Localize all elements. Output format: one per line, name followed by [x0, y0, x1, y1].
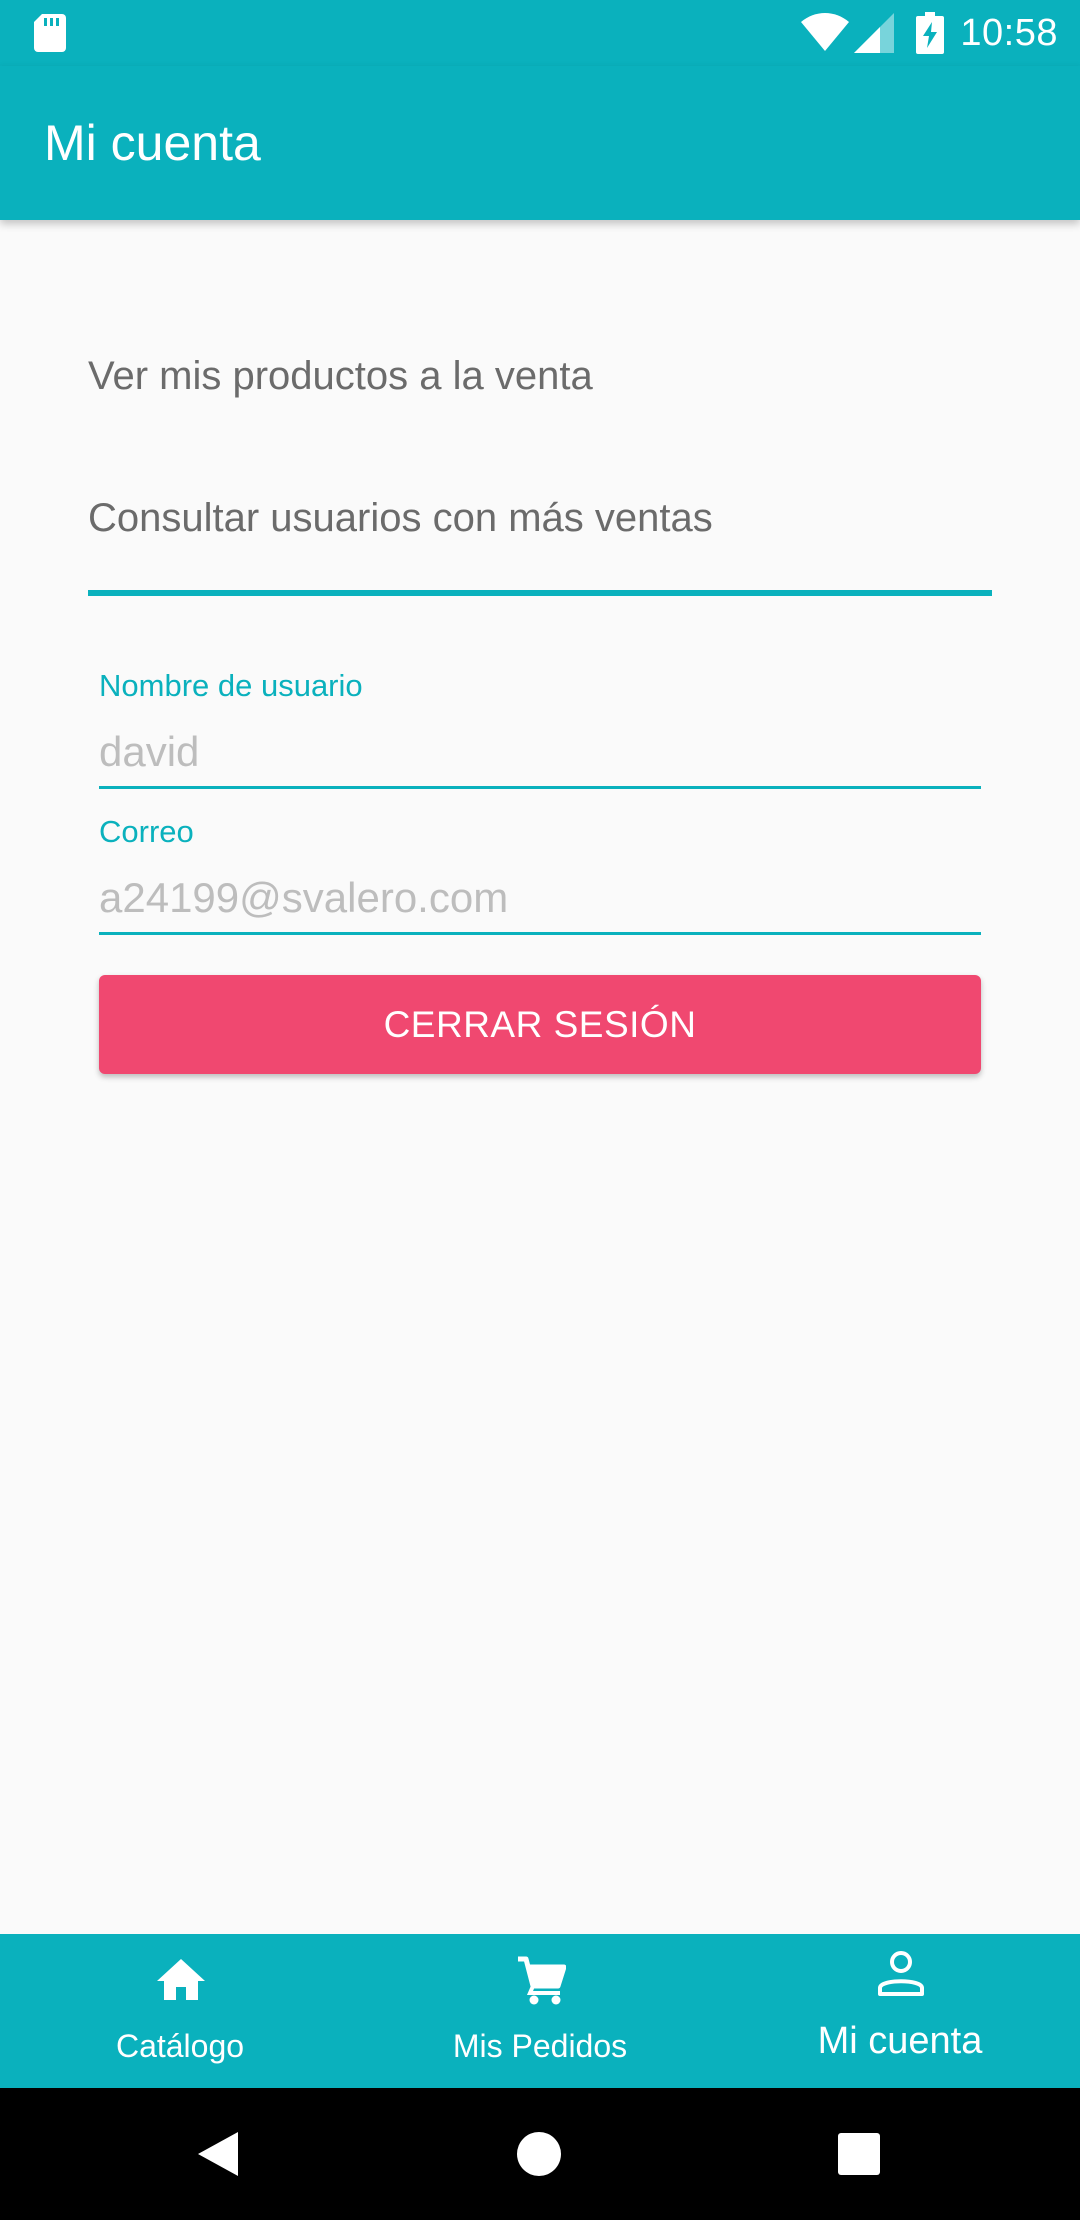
system-navigation-bar: [0, 2088, 1080, 2220]
page-title: Mi cuenta: [44, 115, 261, 171]
menu-item-my-products[interactable]: Ver mis productos a la venta: [88, 354, 593, 399]
sd-card-icon: [34, 14, 66, 52]
email-field[interactable]: a24199@svalero.com: [99, 874, 508, 922]
wifi-icon: [801, 13, 850, 51]
cart-icon: [518, 1956, 566, 2005]
status-icons: 10:58: [800, 8, 1058, 58]
username-field[interactable]: david: [99, 728, 199, 776]
person-icon: [878, 1951, 924, 1996]
nav-label-orders: Mis Pedidos: [452, 2028, 628, 2064]
bottom-navigation: Catálogo Mis Pedidos Mi cuenta: [0, 1934, 1080, 2088]
screen: 10:58 Mi cuenta Ver mis productos a la v…: [0, 0, 1080, 2220]
signal-icon: [854, 13, 895, 53]
username-label: Nombre de usuario: [99, 668, 363, 703]
nav-item-catalog[interactable]: Catálogo: [0, 1934, 360, 2088]
app-bar: Mi cuenta: [0, 66, 1080, 220]
logout-button[interactable]: CERRAR SESIÓN: [99, 975, 981, 1074]
recents-icon[interactable]: [838, 2133, 880, 2175]
nav-item-account[interactable]: Mi cuenta: [720, 1934, 1080, 2088]
nav-item-orders[interactable]: Mis Pedidos: [360, 1934, 720, 2088]
email-underline: [99, 932, 981, 935]
nav-label-catalog: Catálogo: [115, 2028, 245, 2064]
status-bar: 10:58: [0, 0, 1080, 66]
home-icon: [157, 1959, 205, 2000]
menu-divider: [88, 590, 992, 596]
nav-label-account: Mi cuenta: [817, 2020, 983, 2062]
status-time: 10:58: [960, 11, 1058, 54]
email-label: Correo: [99, 814, 194, 849]
battery-charging-icon: [916, 12, 945, 54]
menu-item-top-sellers[interactable]: Consultar usuarios con más ventas: [88, 496, 713, 541]
username-underline: [99, 786, 981, 789]
back-icon[interactable]: [196, 2130, 240, 2178]
home-circle-icon[interactable]: [516, 2131, 562, 2177]
